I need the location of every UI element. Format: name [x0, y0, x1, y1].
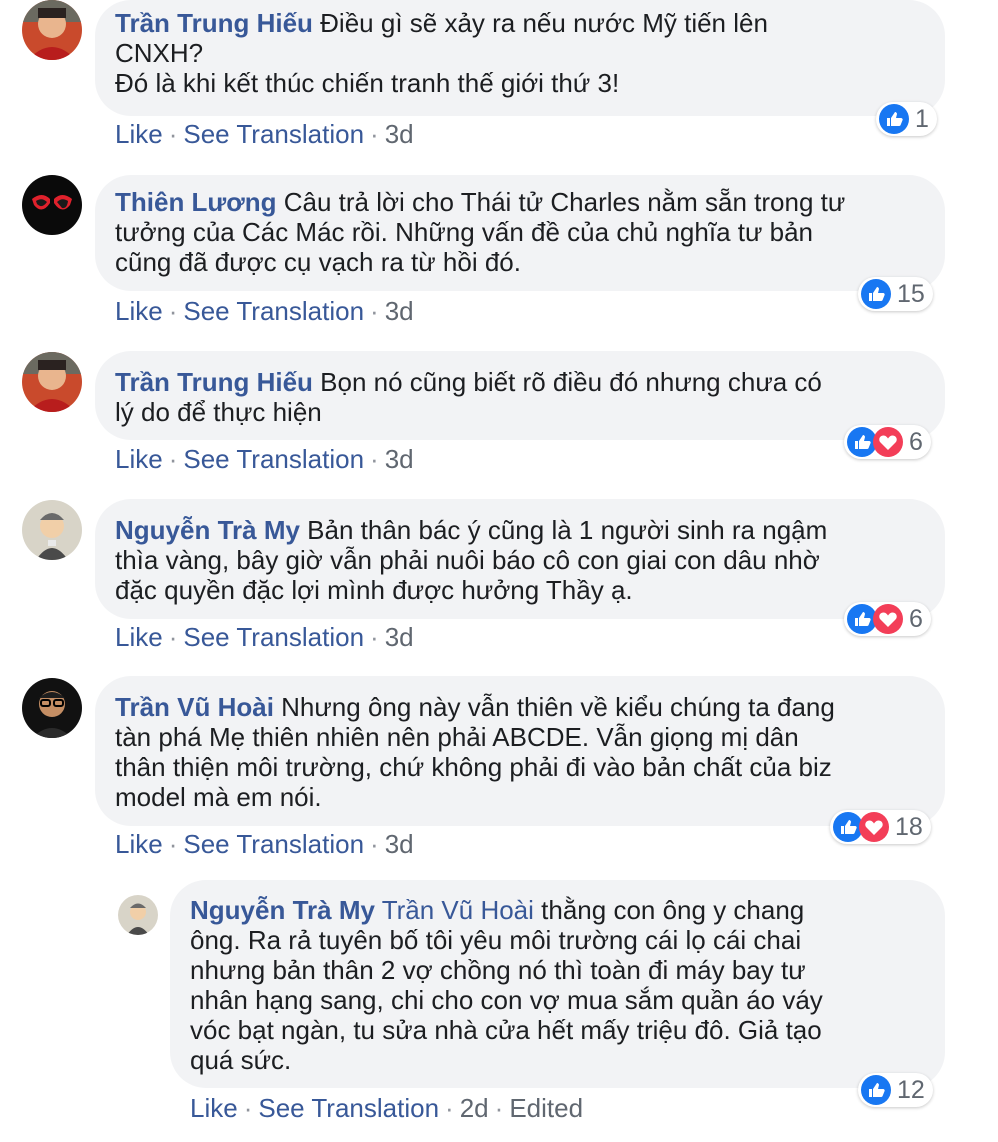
timestamp[interactable]: 3d [385, 829, 414, 859]
like-link[interactable]: Like [115, 296, 163, 326]
comment-text: tưởng của Các Mác rồi. Những vấn đề của … [115, 217, 813, 247]
timestamp[interactable]: 3d [385, 444, 414, 474]
comment-text: đặc quyền đặc lợi mình được hưởng Thầy ạ… [115, 575, 633, 605]
comment-bubble: Trần Vũ Hoài Nhưng ông này vẫn thiên về … [95, 676, 945, 826]
timestamp[interactable]: 2d [460, 1093, 489, 1123]
comment-text: CNXH? [115, 38, 204, 68]
author-name[interactable]: Trần Trung Hiếu [115, 367, 313, 397]
author-name[interactable]: Thiên Lương [115, 187, 277, 217]
mention-link[interactable]: Trần Vũ Hoài [382, 895, 534, 925]
reaction-summary[interactable]: 12 [858, 1073, 933, 1107]
see-translation-link[interactable]: See Translation [183, 829, 364, 859]
author-name[interactable]: Trần Trung Hiếu [115, 8, 313, 38]
comment-text: Điều gì sẽ xảy ra nếu nước Mỹ tiến lên [320, 8, 768, 38]
see-translation-link[interactable]: See Translation [258, 1093, 439, 1123]
separator: · [370, 444, 379, 474]
comment-text: lý do để thực hiện [115, 397, 322, 427]
reaction-count: 12 [897, 1075, 925, 1104]
comment-text: thằng con ông y chang [541, 895, 805, 925]
avatar[interactable] [22, 678, 82, 738]
separator: · [168, 119, 178, 149]
timestamp[interactable]: 3d [385, 119, 414, 149]
see-translation-link[interactable]: See Translation [183, 444, 364, 474]
avatar[interactable] [22, 175, 82, 235]
love-icon [873, 604, 903, 634]
comment-actions: Like · See Translation · 2d · Edited [190, 1093, 583, 1123]
reaction-count: 6 [909, 604, 923, 633]
comment-text: ông. Ra rả tuyên bố tôi yêu môi trường c… [190, 925, 802, 955]
comment-text: Câu trả lời cho Thái tử Charles nằm sẵn … [283, 187, 846, 217]
reaction-summary[interactable]: 15 [858, 277, 933, 311]
comment-text: nhân hạng sang, chi cho con vợ mua sắm q… [190, 985, 823, 1015]
reaction-count: 15 [897, 279, 925, 308]
love-icon [873, 427, 903, 457]
comment-text: model mà em nói. [115, 782, 322, 812]
like-link[interactable]: Like [190, 1093, 238, 1123]
comment-actions: Like · See Translation · 3d [115, 622, 414, 652]
comment-bubble: Trần Trung Hiếu Điều gì sẽ xảy ra nếu nư… [95, 0, 945, 116]
comment-text: thân thiện môi trường, chứ không phải đi… [115, 752, 832, 782]
comment-text: Đó là khi kết thúc chiến tranh thế giới … [115, 68, 620, 98]
comment-actions: Like · See Translation · 3d [115, 829, 414, 859]
see-translation-link[interactable]: See Translation [183, 622, 364, 652]
separator: · [445, 1093, 454, 1123]
separator: · [168, 622, 178, 652]
avatar[interactable] [22, 0, 82, 60]
reaction-count: 18 [895, 812, 923, 841]
author-name[interactable]: Trần Vũ Hoài [115, 692, 274, 722]
comment-text: cũng đã được cụ vạch ra từ hồi đó. [115, 247, 521, 277]
like-icon [861, 279, 891, 309]
reaction-summary[interactable]: 6 [844, 602, 931, 636]
comment-text: nhưng bản thân 2 vợ chồng nó thì toàn đi… [190, 955, 806, 985]
separator: · [243, 1093, 253, 1123]
comment-text: Bản thân bác ý cũng là 1 người sinh ra n… [307, 515, 828, 545]
edited-label[interactable]: Edited [509, 1093, 583, 1123]
separator: · [168, 296, 178, 326]
comment-actions: Like · See Translation · 3d [115, 444, 414, 474]
separator: · [370, 622, 379, 652]
comment-actions: Like · See Translation · 3d [115, 296, 414, 326]
separator: · [370, 829, 379, 859]
comment-bubble: Thiên Lương Câu trả lời cho Thái tử Char… [95, 175, 945, 291]
separator: · [370, 119, 379, 149]
separator: · [494, 1093, 504, 1123]
like-link[interactable]: Like [115, 829, 163, 859]
reaction-summary[interactable]: 1 [876, 102, 937, 136]
reaction-count: 6 [909, 427, 923, 456]
timestamp[interactable]: 3d [385, 296, 414, 326]
comment-actions: Like · See Translation · 3d [115, 119, 414, 149]
author-name[interactable]: Nguyễn Trà My [190, 895, 375, 925]
like-icon [879, 104, 909, 134]
separator: · [370, 296, 379, 326]
love-icon [859, 812, 889, 842]
comment-text: vóc bạt ngàn, tu sửa nhà cửa hết mấy tri… [190, 1015, 822, 1045]
separator: · [168, 829, 178, 859]
comment-bubble: Trần Trung Hiếu Bọn nó cũng biết rõ điều… [95, 351, 945, 440]
like-link[interactable]: Like [115, 119, 163, 149]
like-link[interactable]: Like [115, 622, 163, 652]
like-icon [861, 1075, 891, 1105]
comment-text: tàn phá Mẹ thiên nhiên nên phải ABCDE. V… [115, 722, 799, 752]
comment-bubble: Nguyễn Trà My Trần Vũ Hoài thằng con ông… [170, 880, 945, 1088]
like-link[interactable]: Like [115, 444, 163, 474]
comment-text: Bọn nó cũng biết rõ điều đó nhưng chưa c… [320, 367, 822, 397]
comment-text: quá sức. [190, 1045, 292, 1075]
reaction-summary[interactable]: 6 [844, 425, 931, 459]
comment-text: thìa vàng, bây giờ vẫn phải nuôi báo cô … [115, 545, 820, 575]
reaction-summary[interactable]: 18 [830, 810, 931, 844]
comment-text: Nhưng ông này vẫn thiên về kiểu chúng ta… [281, 692, 835, 722]
reaction-count: 1 [915, 104, 929, 133]
author-name[interactable]: Nguyễn Trà My [115, 515, 300, 545]
avatar[interactable] [22, 500, 82, 560]
see-translation-link[interactable]: See Translation [183, 296, 364, 326]
avatar[interactable] [22, 352, 82, 412]
timestamp[interactable]: 3d [385, 622, 414, 652]
avatar[interactable] [118, 895, 158, 935]
separator: · [168, 444, 178, 474]
see-translation-link[interactable]: See Translation [183, 119, 364, 149]
comment-bubble: Nguyễn Trà My Bản thân bác ý cũng là 1 n… [95, 499, 945, 619]
